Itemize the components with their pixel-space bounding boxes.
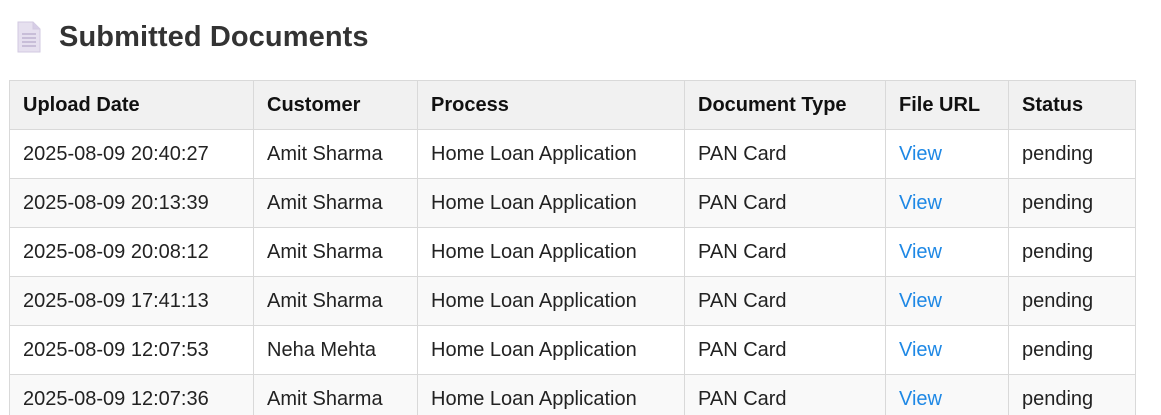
documents-table: Upload Date Customer Process Document Ty… xyxy=(9,80,1136,415)
view-file-link[interactable]: View xyxy=(899,339,942,361)
header-process: Process xyxy=(417,80,685,130)
cell-status: pending xyxy=(1008,374,1136,415)
cell-file-url: View xyxy=(885,129,1009,179)
cell-customer: Neha Mehta xyxy=(253,325,418,375)
page: Submitted Documents Upload Date Customer… xyxy=(0,0,1161,415)
cell-file-url: View xyxy=(885,325,1009,375)
cell-process: Home Loan Application xyxy=(417,129,685,179)
page-title: Submitted Documents xyxy=(59,20,369,53)
cell-document-type: PAN Card xyxy=(684,227,886,277)
cell-file-url: View xyxy=(885,276,1009,326)
view-file-link[interactable]: View xyxy=(899,143,942,165)
header-document-type: Document Type xyxy=(684,80,886,130)
table-row: 2025-08-09 20:13:39 Amit Sharma Home Loa… xyxy=(9,178,1136,228)
cell-process: Home Loan Application xyxy=(417,178,685,228)
header-status: Status xyxy=(1008,80,1136,130)
cell-upload-date: 2025-08-09 17:41:13 xyxy=(9,276,254,326)
view-file-link[interactable]: View xyxy=(899,192,942,214)
cell-document-type: PAN Card xyxy=(684,178,886,228)
table-header-row: Upload Date Customer Process Document Ty… xyxy=(9,80,1136,130)
table-row: 2025-08-09 12:07:53 Neha Mehta Home Loan… xyxy=(9,325,1136,375)
view-file-link[interactable]: View xyxy=(899,290,942,312)
table-row: 2025-08-09 12:07:36 Amit Sharma Home Loa… xyxy=(9,374,1136,415)
view-file-link[interactable]: View xyxy=(899,388,942,410)
header-file-url: File URL xyxy=(885,80,1009,130)
cell-process: Home Loan Application xyxy=(417,325,685,375)
header-upload-date: Upload Date xyxy=(9,80,254,130)
header-customer: Customer xyxy=(253,80,418,130)
table-row: 2025-08-09 17:41:13 Amit Sharma Home Loa… xyxy=(9,276,1136,326)
cell-process: Home Loan Application xyxy=(417,276,685,326)
cell-process: Home Loan Application xyxy=(417,374,685,415)
view-file-link[interactable]: View xyxy=(899,241,942,263)
cell-document-type: PAN Card xyxy=(684,325,886,375)
cell-customer: Amit Sharma xyxy=(253,129,418,179)
cell-document-type: PAN Card xyxy=(684,276,886,326)
cell-upload-date: 2025-08-09 20:13:39 xyxy=(9,178,254,228)
document-icon xyxy=(17,21,41,53)
cell-status: pending xyxy=(1008,227,1136,277)
cell-status: pending xyxy=(1008,325,1136,375)
cell-customer: Amit Sharma xyxy=(253,276,418,326)
cell-file-url: View xyxy=(885,178,1009,228)
page-header: Submitted Documents xyxy=(17,18,369,56)
cell-customer: Amit Sharma xyxy=(253,227,418,277)
cell-customer: Amit Sharma xyxy=(253,178,418,228)
cell-document-type: PAN Card xyxy=(684,374,886,415)
cell-status: pending xyxy=(1008,276,1136,326)
cell-process: Home Loan Application xyxy=(417,227,685,277)
cell-document-type: PAN Card xyxy=(684,129,886,179)
cell-upload-date: 2025-08-09 20:08:12 xyxy=(9,227,254,277)
table-row: 2025-08-09 20:40:27 Amit Sharma Home Loa… xyxy=(9,129,1136,179)
cell-upload-date: 2025-08-09 12:07:53 xyxy=(9,325,254,375)
table-row: 2025-08-09 20:08:12 Amit Sharma Home Loa… xyxy=(9,227,1136,277)
cell-status: pending xyxy=(1008,129,1136,179)
cell-upload-date: 2025-08-09 12:07:36 xyxy=(9,374,254,415)
cell-customer: Amit Sharma xyxy=(253,374,418,415)
cell-status: pending xyxy=(1008,178,1136,228)
cell-file-url: View xyxy=(885,227,1009,277)
cell-file-url: View xyxy=(885,374,1009,415)
cell-upload-date: 2025-08-09 20:40:27 xyxy=(9,129,254,179)
